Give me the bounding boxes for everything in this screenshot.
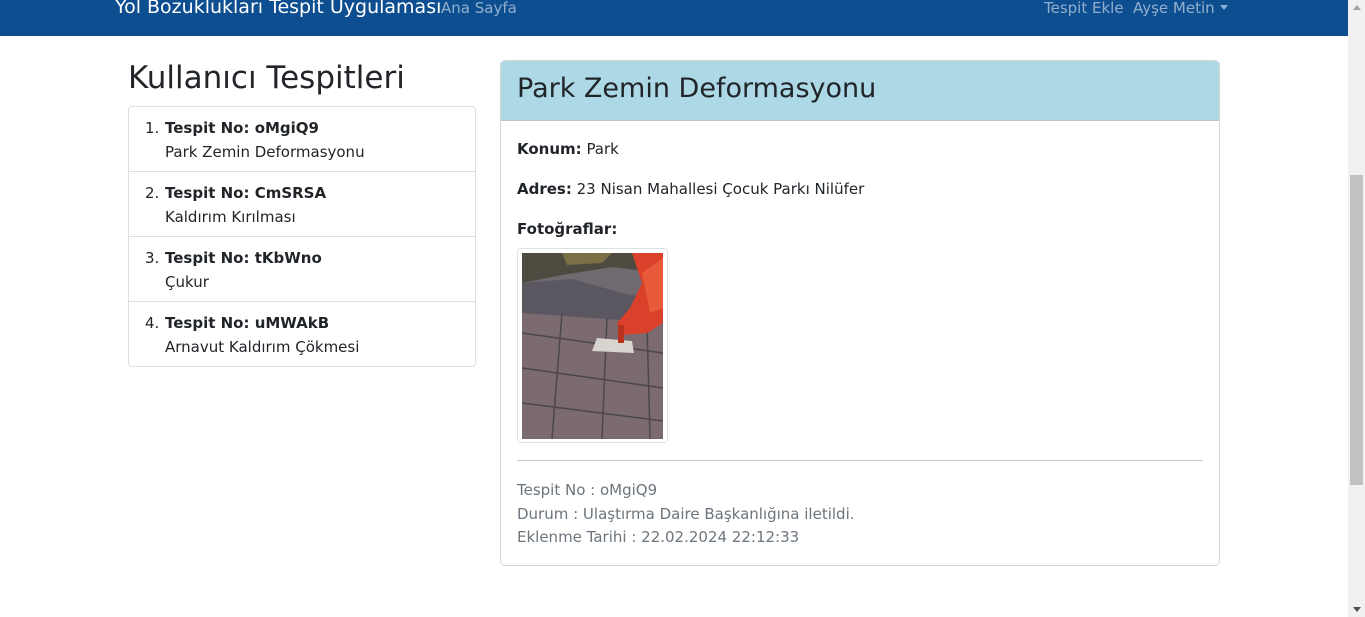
card-header: Park Zemin Deformasyonu bbox=[501, 61, 1219, 121]
scroll-down-arrow-icon[interactable] bbox=[1353, 607, 1361, 612]
list-item-title: Tespit No: tKbWno bbox=[165, 249, 322, 267]
location-value: Park bbox=[586, 140, 619, 158]
address-field: Adres: 23 Nisan Mahallesi Çocuk Parkı Ni… bbox=[517, 180, 864, 198]
list-item-subtitle: Kaldırım Kırılması bbox=[165, 208, 296, 226]
list-item-number: 1. bbox=[145, 119, 160, 137]
photo-thumbnail[interactable] bbox=[517, 248, 668, 443]
list-item-subtitle: Park Zemin Deformasyonu bbox=[165, 143, 365, 161]
photo-image bbox=[522, 253, 663, 439]
caret-down-icon bbox=[1219, 5, 1228, 10]
scrollbar-thumb[interactable] bbox=[1350, 175, 1363, 485]
address-label: Adres: bbox=[517, 180, 572, 198]
list-item[interactable]: 3. Tespit No: tKbWno Çukur bbox=[129, 237, 475, 302]
address-value: 23 Nisan Mahallesi Çocuk Parkı Nilüfer bbox=[576, 180, 865, 198]
list-item-number: 2. bbox=[145, 184, 160, 202]
navbar: Yol Bozuklukları Tespit Uygulaması Ana S… bbox=[0, 0, 1348, 36]
page-title: Kullanıcı Tespitleri bbox=[128, 60, 405, 96]
photos-field: Fotoğraflar: bbox=[517, 220, 617, 238]
location-label: Konum: bbox=[517, 140, 582, 158]
user-menu-dropdown[interactable]: Ayşe Metin bbox=[1133, 0, 1228, 17]
navbar-brand[interactable]: Yol Bozuklukları Tespit Uygulaması bbox=[115, 0, 441, 18]
list-item-number: 4. bbox=[145, 314, 160, 332]
created-date-text: Eklenme Tarihi : 22.02.2024 22:12:33 bbox=[517, 528, 800, 546]
list-item-title: Tespit No: oMgiQ9 bbox=[165, 119, 319, 137]
location-field: Konum: Park bbox=[517, 140, 619, 158]
photos-label: Fotoğraflar: bbox=[517, 220, 618, 238]
list-item[interactable]: 2. Tespit No: CmSRSA Kaldırım Kırılması bbox=[129, 172, 475, 237]
list-item-number: 3. bbox=[145, 249, 160, 267]
list-item-subtitle: Arnavut Kaldırım Çökmesi bbox=[165, 338, 360, 356]
list-item-title: Tespit No: uMWAkB bbox=[165, 314, 330, 332]
tespit-no-text: Tespit No : oMgiQ9 bbox=[517, 481, 658, 499]
list-item-subtitle: Çukur bbox=[165, 273, 209, 291]
divider bbox=[517, 460, 1203, 461]
page-scrollbar[interactable] bbox=[1348, 0, 1365, 617]
list-item[interactable]: 1. Tespit No: oMgiQ9 Park Zemin Deformas… bbox=[129, 107, 475, 172]
nav-link-add-detection[interactable]: Tespit Ekle bbox=[1044, 0, 1124, 17]
detection-detail-card: Park Zemin Deformasyonu Konum: Park Adre… bbox=[500, 60, 1220, 566]
list-item-title: Tespit No: CmSRSA bbox=[165, 184, 327, 202]
nav-link-home[interactable]: Ana Sayfa bbox=[441, 0, 517, 17]
status-text: Durum : Ulaştırma Daire Başkanlığına ile… bbox=[517, 505, 855, 523]
scroll-up-arrow-icon[interactable] bbox=[1353, 5, 1361, 10]
detection-list: 1. Tespit No: oMgiQ9 Park Zemin Deformas… bbox=[128, 106, 476, 367]
list-item[interactable]: 4. Tespit No: uMWAkB Arnavut Kaldırım Çö… bbox=[129, 302, 475, 366]
user-menu-label: Ayşe Metin bbox=[1133, 0, 1215, 17]
card-title: Park Zemin Deformasyonu bbox=[517, 73, 877, 104]
